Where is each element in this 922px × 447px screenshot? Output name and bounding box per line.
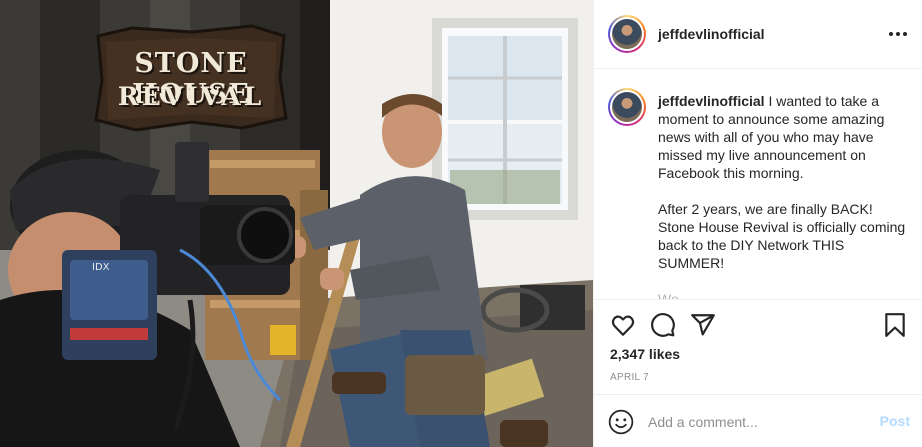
caption-paragraph-1: jeffdevlinofficial I wanted to take a mo… xyxy=(658,92,906,182)
bookmark-icon[interactable] xyxy=(882,312,908,338)
comments-section[interactable]: jeffdevlinofficial I wanted to take a mo… xyxy=(594,70,922,300)
caption-paragraph-3: We ... ... ... ... xyxy=(658,291,741,300)
likes-count[interactable]: 2,347 likes xyxy=(610,346,680,362)
comment-input[interactable] xyxy=(648,411,848,433)
post-date[interactable]: APRIL 7 xyxy=(610,372,649,383)
logo-line-2: REVIVAL xyxy=(117,82,265,111)
caption: jeffdevlinofficial I wanted to take a mo… xyxy=(658,92,906,300)
post-side-panel: jeffdevlinofficial jeffdevlinofficial I … xyxy=(593,0,922,447)
header-username[interactable]: jeffdevlinofficial xyxy=(658,26,765,42)
avatar[interactable] xyxy=(608,15,646,53)
emoji-icon[interactable] xyxy=(608,409,634,435)
caption-avatar[interactable] xyxy=(608,88,646,126)
post-comment-button[interactable]: Post xyxy=(880,413,910,429)
caption-paragraph-2: After 2 years, we are finally BACK! Ston… xyxy=(658,201,906,271)
post-header: jeffdevlinofficial xyxy=(594,0,922,69)
add-comment-bar: Post xyxy=(594,394,922,447)
comment-icon[interactable] xyxy=(650,312,676,338)
photo-scene: IDX xyxy=(0,0,593,447)
show-logo: STONE HOUSE REVIVAL xyxy=(92,22,290,134)
heart-icon[interactable] xyxy=(610,312,636,338)
action-bar xyxy=(608,312,913,340)
caption-username[interactable]: jeffdevlinofficial xyxy=(658,93,765,109)
more-horizontal-icon[interactable] xyxy=(886,26,910,42)
share-icon[interactable] xyxy=(690,312,716,338)
svg-text:IDX: IDX xyxy=(92,262,110,273)
post-image[interactable]: IDX STONE HOUSE REVIVAL xyxy=(0,0,593,447)
